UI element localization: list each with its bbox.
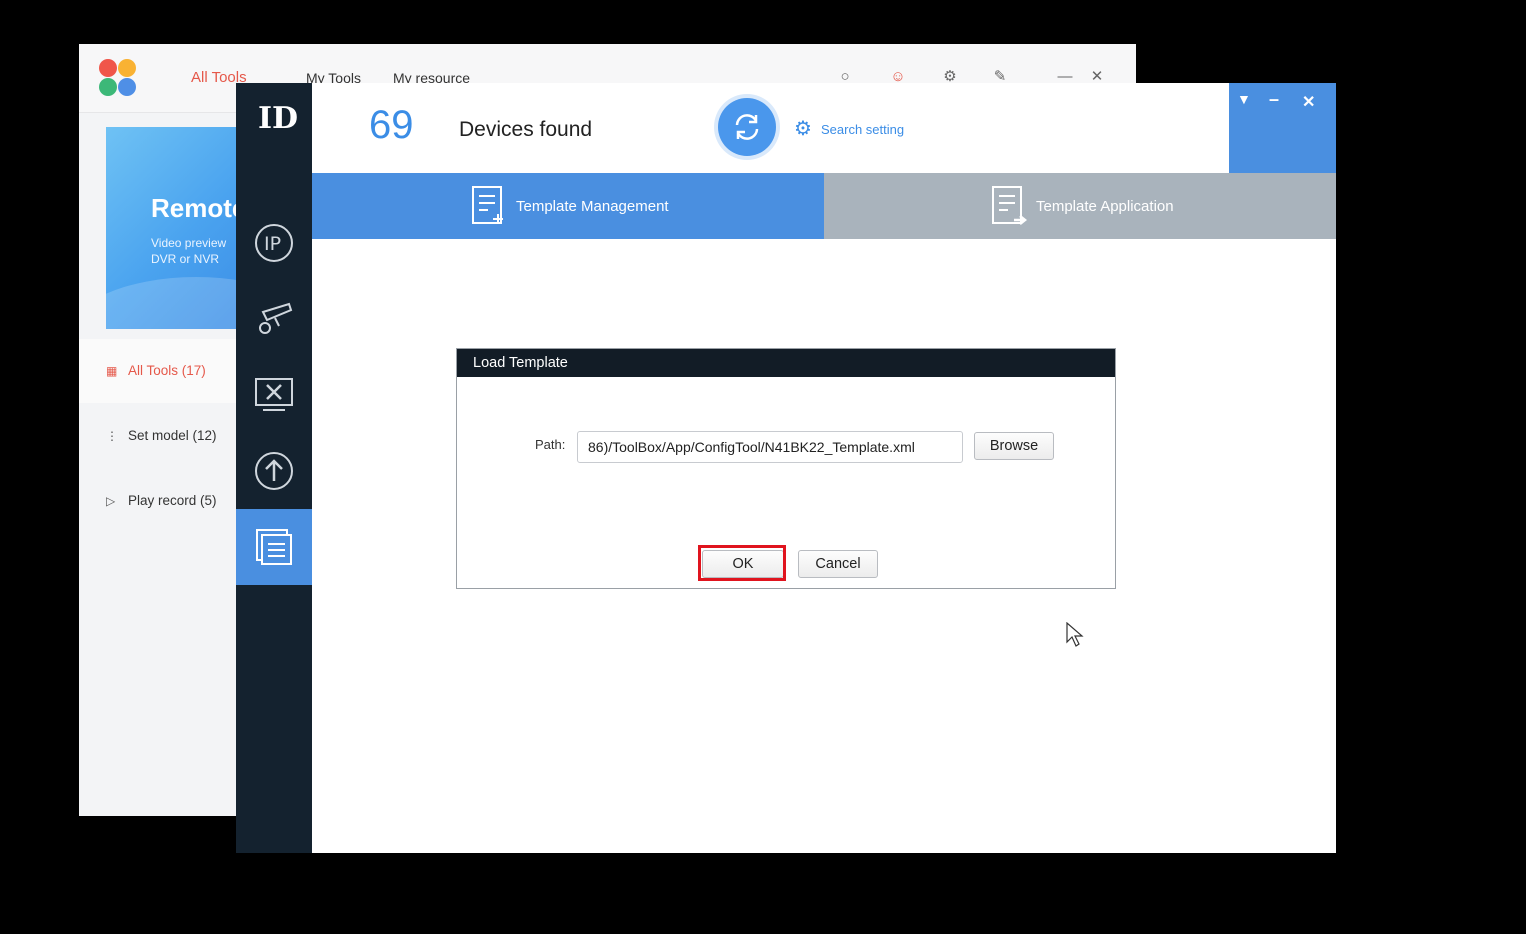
dropdown-menu-icon[interactable]: ▼	[1237, 91, 1251, 107]
sidebar-item-play-record[interactable]: ▷ Play record (5)	[79, 469, 239, 533]
play-icon: ▷	[106, 494, 116, 508]
camera-settings-icon[interactable]	[236, 281, 312, 357]
tab-bar: Template Management Template Application	[312, 173, 1336, 239]
template-icon[interactable]	[236, 509, 312, 585]
tab-template-management[interactable]: Template Management	[312, 173, 824, 239]
ip-icon[interactable]: IP	[236, 205, 312, 281]
upgrade-icon[interactable]	[236, 433, 312, 509]
device-count-label: Devices found	[459, 118, 593, 141]
path-label: Path:	[535, 437, 566, 452]
main-header: 69 Devices found ⚙ Search setting ▼ – ✕	[312, 83, 1336, 173]
minimize-icon[interactable]: –	[1269, 89, 1279, 110]
svg-text:IP: IP	[264, 233, 281, 255]
remote-banner[interactable]: Remote Video preview DVR or NVR	[106, 127, 246, 329]
banner-description: Video preview DVR or NVR	[151, 236, 227, 266]
sidebar-item-label: All Tools (17)	[128, 363, 206, 378]
main-sidebar: ID IP	[236, 83, 312, 853]
template-add-icon	[472, 186, 503, 224]
search-setting-label: Search setting	[821, 122, 905, 137]
template-apply-icon	[992, 186, 1028, 225]
path-input[interactable]	[577, 431, 963, 463]
sidebar-item-all-tools[interactable]: ▦ All Tools (17)	[79, 339, 239, 403]
close-icon[interactable]: ✕	[1302, 92, 1315, 112]
refresh-search-button[interactable]	[718, 98, 776, 156]
tab-template-application[interactable]: Template Application	[824, 173, 1336, 239]
device-count: 69	[369, 103, 414, 147]
sliders-icon: ⋮	[106, 429, 118, 443]
tools-icon[interactable]	[236, 357, 312, 433]
sidebar-item-set-model[interactable]: ⋮ Set model (12)	[79, 404, 239, 468]
dialog-title: Load Template	[457, 349, 1115, 377]
sidebar-item-label: Set model (12)	[128, 428, 217, 443]
banner-title: Remote	[151, 193, 246, 223]
toolbox-logo-icon	[99, 59, 137, 97]
refresh-icon	[735, 114, 759, 140]
sidebar-item-label: Play record (5)	[128, 493, 217, 508]
ok-button[interactable]: OK	[702, 550, 784, 578]
tab-label: Template Management	[516, 198, 669, 215]
grid-icon: ▦	[106, 364, 118, 378]
tab-label: Template Application	[1036, 198, 1174, 215]
mouse-cursor-icon	[1066, 622, 1084, 647]
gear-icon: ⚙	[794, 118, 812, 140]
load-template-dialog: Load Template Path: Browse OK Cancel	[456, 348, 1116, 589]
window-controls: ▼ – ✕	[1229, 83, 1336, 173]
app-logo: ID	[258, 101, 299, 136]
cancel-button[interactable]: Cancel	[798, 550, 878, 578]
browse-button[interactable]: Browse	[974, 432, 1054, 460]
